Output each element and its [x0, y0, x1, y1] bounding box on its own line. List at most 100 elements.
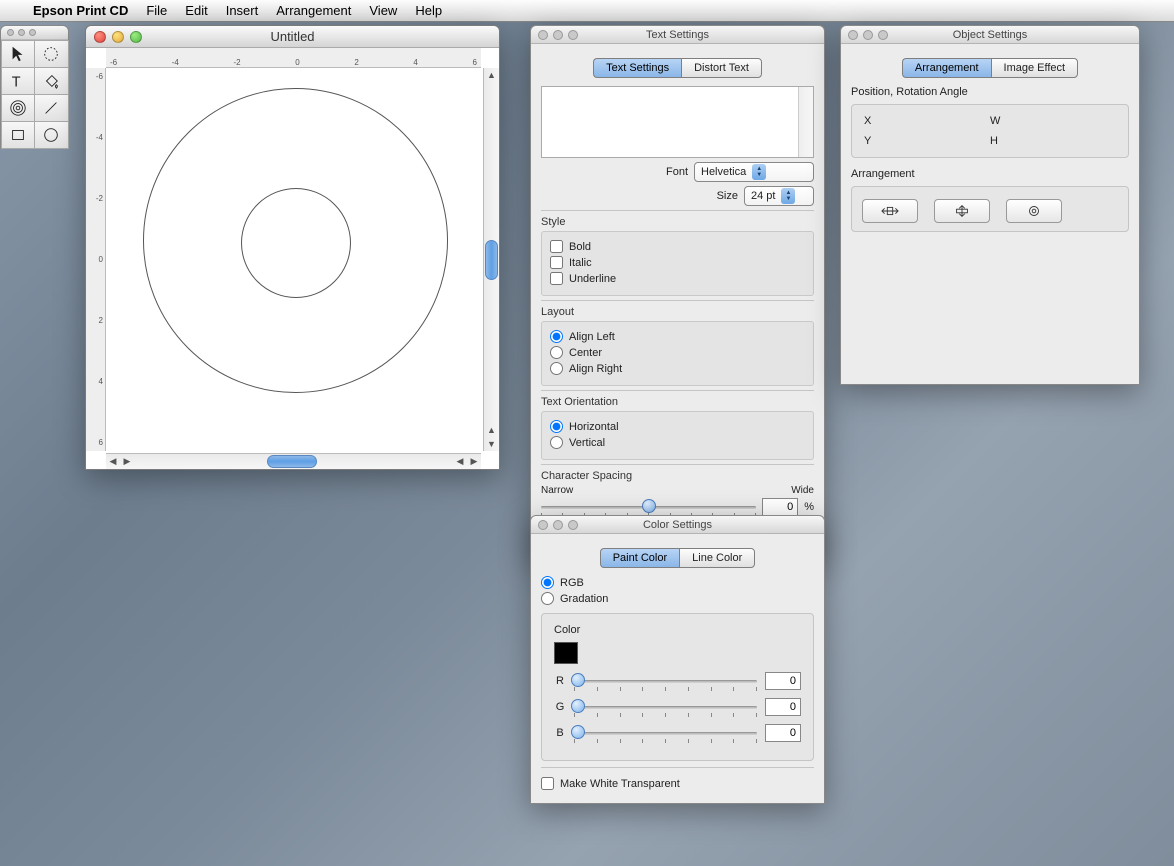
panel-close-button[interactable]: [538, 30, 548, 40]
menu-edit[interactable]: Edit: [176, 3, 216, 18]
r-label: R: [554, 675, 566, 687]
document-titlebar[interactable]: Untitled: [86, 26, 499, 48]
g-value[interactable]: [765, 698, 801, 716]
g-slider[interactable]: [574, 699, 757, 715]
tab-arrangement[interactable]: Arrangement: [902, 58, 991, 78]
panel-zoom-button[interactable]: [568, 520, 578, 530]
tool-text[interactable]: T: [1, 67, 36, 95]
x-label: X: [864, 115, 990, 127]
spacing-slider[interactable]: [541, 499, 756, 515]
align-center-radio[interactable]: Center: [550, 346, 805, 359]
panel-min-button[interactable]: [863, 30, 873, 40]
scroll-right-icon[interactable]: ▶: [467, 454, 481, 469]
tool-marquee[interactable]: [34, 40, 69, 68]
object-settings-titlebar[interactable]: Object Settings: [841, 26, 1139, 44]
scroll-up-icon[interactable]: ▲: [484, 68, 499, 82]
y-label: Y: [864, 135, 990, 147]
ruler-horizontal: -6-4-20246: [106, 48, 481, 68]
text-input-area[interactable]: [541, 86, 814, 158]
tool-rectangle[interactable]: [1, 121, 36, 149]
panel-min-button[interactable]: [553, 520, 563, 530]
vertical-scrollbar[interactable]: ▲ ▲ ▼: [483, 68, 499, 451]
horizontal-radio[interactable]: Horizontal: [550, 420, 805, 433]
textarea-scrollbar[interactable]: [798, 87, 813, 157]
tool-paint-bucket[interactable]: [34, 67, 69, 95]
tool-palette-titlebar[interactable]: [1, 26, 68, 40]
text-settings-titlebar[interactable]: Text Settings: [531, 26, 824, 44]
vertical-radio[interactable]: Vertical: [550, 436, 805, 449]
size-combo[interactable]: 24 pt▲▼: [744, 186, 814, 206]
b-value[interactable]: [765, 724, 801, 742]
menu-view[interactable]: View: [360, 3, 406, 18]
horizontal-scroll-thumb[interactable]: [267, 455, 317, 468]
menu-arrangement[interactable]: Arrangement: [267, 3, 360, 18]
wide-label: Wide: [791, 485, 814, 496]
tool-palette: T: [0, 25, 69, 149]
layout-section-title: Layout: [541, 300, 814, 321]
spacing-unit: %: [804, 501, 814, 513]
canvas[interactable]: [106, 68, 481, 451]
minimize-button[interactable]: [112, 31, 124, 43]
tool-ellipse[interactable]: [34, 121, 69, 149]
document-title: Untitled: [86, 29, 499, 44]
font-combo[interactable]: Helvetica▲▼: [694, 162, 814, 182]
color-label: Color: [554, 624, 801, 636]
font-label: Font: [666, 166, 688, 178]
rgb-radio[interactable]: RGB: [541, 576, 814, 589]
horizontal-scrollbar[interactable]: ◀ ▶ ◀ ▶: [106, 453, 481, 469]
zoom-button[interactable]: [130, 31, 142, 43]
vertical-scroll-thumb[interactable]: [485, 240, 498, 280]
tab-line-color[interactable]: Line Color: [679, 548, 755, 568]
h-label: H: [990, 135, 1116, 147]
bold-checkbox[interactable]: Bold: [550, 240, 805, 253]
align-vertical-button[interactable]: [934, 199, 990, 223]
close-button[interactable]: [94, 31, 106, 43]
tab-paint-color[interactable]: Paint Color: [600, 548, 679, 568]
panel-close-button[interactable]: [848, 30, 858, 40]
tab-distort-text[interactable]: Distort Text: [681, 58, 762, 78]
scroll-down-icon[interactable]: ▼: [484, 437, 499, 451]
underline-checkbox[interactable]: Underline: [550, 272, 805, 285]
gradation-radio[interactable]: Gradation: [541, 592, 814, 605]
menu-file[interactable]: File: [137, 3, 176, 18]
tool-target[interactable]: [1, 94, 36, 122]
scroll-left2-icon[interactable]: ◀: [453, 454, 467, 469]
object-settings-panel: Object Settings Arrangement Image Effect…: [840, 25, 1140, 385]
tool-line[interactable]: [34, 94, 69, 122]
size-label: Size: [717, 190, 738, 202]
color-swatch[interactable]: [554, 642, 578, 664]
panel-min-button[interactable]: [553, 30, 563, 40]
color-settings-titlebar[interactable]: Color Settings: [531, 516, 824, 534]
panel-zoom-button[interactable]: [568, 30, 578, 40]
spacing-section-title: Character Spacing: [541, 464, 814, 485]
italic-checkbox[interactable]: Italic: [550, 256, 805, 269]
menu-insert[interactable]: Insert: [217, 3, 268, 18]
scroll-up2-icon[interactable]: ▲: [484, 423, 499, 437]
panel-zoom-button[interactable]: [878, 30, 888, 40]
narrow-label: Narrow: [541, 485, 573, 496]
align-horizontal-button[interactable]: [862, 199, 918, 223]
spacing-value[interactable]: [762, 498, 798, 516]
center-button[interactable]: [1006, 199, 1062, 223]
menu-help[interactable]: Help: [406, 3, 451, 18]
b-label: B: [554, 727, 566, 739]
tab-text-settings[interactable]: Text Settings: [593, 58, 681, 78]
cd-inner-circle: [241, 188, 351, 298]
text-settings-panel: Text Settings Text Settings Distort Text…: [530, 25, 825, 559]
align-right-radio[interactable]: Align Right: [550, 362, 805, 375]
r-slider[interactable]: [574, 673, 757, 689]
style-section-title: Style: [541, 210, 814, 231]
align-left-radio[interactable]: Align Left: [550, 330, 805, 343]
tool-select-arrow[interactable]: [1, 40, 36, 68]
document-window: Untitled -6-4-20246 -6-4-20246 ▲ ▲ ▼ ◀ ▶…: [85, 25, 500, 470]
b-slider[interactable]: [574, 725, 757, 741]
position-section-title: Position, Rotation Angle: [851, 86, 1129, 98]
tab-image-effect[interactable]: Image Effect: [991, 58, 1079, 78]
scroll-left-icon[interactable]: ◀: [106, 454, 120, 469]
panel-close-button[interactable]: [538, 520, 548, 530]
r-value[interactable]: [765, 672, 801, 690]
scroll-right2-icon[interactable]: ▶: [120, 454, 134, 469]
ruler-vertical: -6-4-20246: [86, 68, 106, 451]
app-menu[interactable]: Epson Print CD: [24, 3, 137, 18]
make-white-transparent-checkbox[interactable]: Make White Transparent: [541, 777, 680, 790]
